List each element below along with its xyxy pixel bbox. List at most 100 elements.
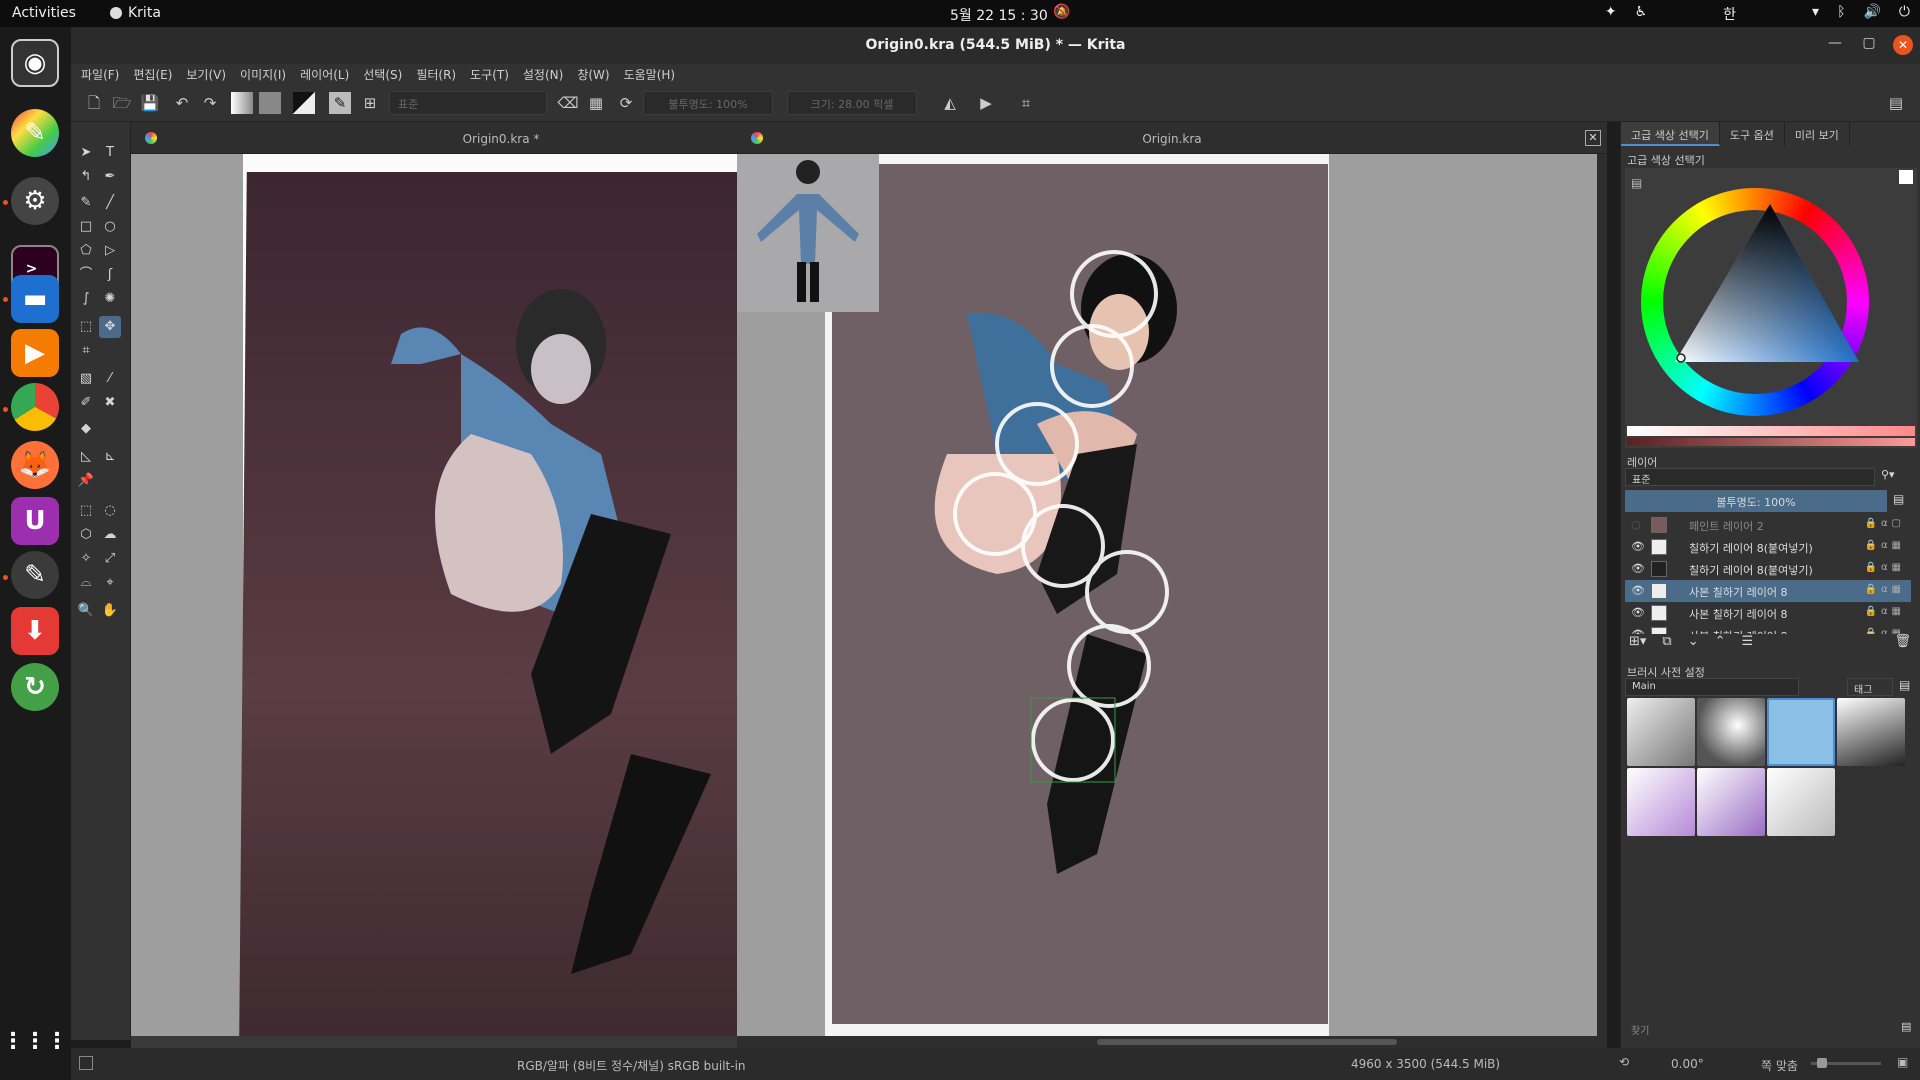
menu-help[interactable]: 도움말(H) bbox=[624, 66, 676, 83]
edit-shapes-tool-icon[interactable]: ↰ bbox=[75, 166, 97, 188]
files-app-icon[interactable]: ▬ bbox=[11, 275, 59, 323]
layer-row-selected[interactable]: 👁 사본 칠하기 레이어 8 🔒α▦ bbox=[1625, 580, 1911, 602]
crop-tool-icon[interactable]: ⌗ bbox=[75, 340, 97, 362]
brush-tag-button[interactable]: 태그 bbox=[1847, 678, 1893, 696]
image-dimensions[interactable]: 4960 x 3500 (544.5 MiB) bbox=[1351, 1057, 1500, 1071]
smart-patch-tool-icon[interactable]: ✖ bbox=[99, 392, 121, 414]
krita-dock-icon[interactable]: ✎ bbox=[11, 551, 59, 599]
layer-opacity-slider[interactable]: 불투명도: 100% bbox=[1625, 490, 1887, 512]
vertical-scrollbar[interactable] bbox=[1597, 154, 1607, 1036]
screenshot-app-icon[interactable]: ◉ bbox=[11, 39, 59, 87]
save-icon[interactable]: 💾 bbox=[139, 92, 161, 114]
zoom-slider-handle[interactable] bbox=[1817, 1058, 1827, 1068]
activities-button[interactable]: Activities bbox=[12, 5, 76, 21]
zoom-slider[interactable] bbox=[1811, 1058, 1881, 1068]
brush-search-input[interactable]: 찾기 bbox=[1625, 1020, 1895, 1038]
docker-toggle-icon[interactable]: ▤ bbox=[1885, 92, 1907, 114]
video-downloader-app-icon[interactable]: ⬇ bbox=[11, 607, 59, 655]
multibrush-tool-icon[interactable]: ✺ bbox=[99, 288, 121, 310]
menu-file[interactable]: 파일(F) bbox=[81, 66, 119, 83]
gradient-tool-icon[interactable]: ▧ bbox=[75, 368, 97, 390]
minimize-button[interactable]: — bbox=[1825, 35, 1845, 55]
zoom-mode[interactable]: 쪽 맞춤 bbox=[1761, 1057, 1798, 1074]
pattern-selector[interactable] bbox=[259, 92, 281, 114]
move-tool-icon[interactable]: ✥ bbox=[99, 316, 121, 338]
layer-lock-alpha-icons[interactable]: 🔒α▦ bbox=[1865, 540, 1906, 551]
new-file-icon[interactable]: 🗋 bbox=[83, 92, 105, 114]
opacity-slider[interactable]: 불투명도: 100% bbox=[643, 91, 773, 115]
menu-image[interactable]: 이미지(I) bbox=[240, 66, 286, 83]
mirror-vertical-icon[interactable]: ▶ bbox=[975, 92, 997, 114]
brush-storage-icon[interactable]: ▤ bbox=[1901, 1020, 1911, 1033]
contiguous-selection-tool-icon[interactable]: ✧ bbox=[75, 548, 97, 570]
brush-view-icon[interactable]: ▤ bbox=[1899, 678, 1910, 692]
brush-group-select[interactable]: Main bbox=[1625, 678, 1799, 696]
layer-lock-alpha-icons[interactable]: 🔒α▢ bbox=[1865, 518, 1906, 529]
selection-mode-icon[interactable] bbox=[79, 1056, 93, 1070]
polyline-tool-icon[interactable]: ▷ bbox=[99, 240, 121, 262]
visibility-icon[interactable]: 👁 bbox=[1631, 540, 1645, 553]
accessibility-icon[interactable]: ♿ bbox=[1635, 4, 1648, 24]
scrollbar-handle[interactable] bbox=[1097, 1039, 1397, 1045]
polygon-selection-tool-icon[interactable]: ⬡ bbox=[75, 524, 97, 546]
menu-edit[interactable]: 편집(E) bbox=[133, 66, 172, 83]
undo-icon[interactable]: ↶ bbox=[171, 92, 193, 114]
move-layer-up-icon[interactable]: ⌃ bbox=[1715, 634, 1726, 654]
watercolor-preset-2[interactable] bbox=[1697, 768, 1765, 836]
transform-tool-icon[interactable]: ⬚ bbox=[75, 316, 97, 338]
blender-preset[interactable] bbox=[1767, 768, 1835, 836]
visibility-icon[interactable]: 👁 bbox=[1631, 606, 1645, 619]
watercolor-preset-1[interactable] bbox=[1627, 768, 1695, 836]
menu-layer[interactable]: 레이어(L) bbox=[300, 66, 349, 83]
eraser-mode-icon[interactable]: ⌫ bbox=[557, 92, 579, 114]
show-apps-icon[interactable]: ⋮⋮⋮ bbox=[2, 1017, 68, 1065]
ellipse-tool-icon[interactable]: ○ bbox=[99, 216, 121, 238]
mirror-horizontal-icon[interactable]: ◭ bbox=[939, 92, 961, 114]
layer-lock-alpha-icons[interactable]: 🔒α▦ bbox=[1865, 606, 1906, 617]
airbrush-preset[interactable] bbox=[1697, 698, 1765, 766]
colorize-mask-tool-icon[interactable]: ✐ bbox=[75, 392, 97, 414]
input-method-indicator[interactable]: 한 bbox=[1723, 4, 1736, 24]
close-window-button[interactable]: ✕ bbox=[1893, 35, 1913, 55]
workspace-icon[interactable]: ⊞ bbox=[359, 92, 381, 114]
preserve-alpha-icon[interactable]: ▦ bbox=[585, 92, 607, 114]
menu-view[interactable]: 보기(V) bbox=[186, 66, 226, 83]
clock[interactable]: 5월 22 15 : 30 bbox=[950, 5, 1048, 25]
fg-bg-color-icon[interactable] bbox=[293, 92, 315, 114]
freehand-path-tool-icon[interactable]: ʃ bbox=[99, 264, 121, 286]
media-player-app-icon[interactable]: ▶ bbox=[11, 329, 59, 377]
delete-layer-icon[interactable]: 🗑 bbox=[1894, 634, 1911, 654]
maximize-button[interactable]: ▢ bbox=[1859, 35, 1879, 55]
brush-preset-icon[interactable]: ✎ bbox=[329, 92, 351, 114]
layer-properties-button-icon[interactable]: ☰ bbox=[1742, 634, 1754, 654]
layer-properties-icon[interactable]: ▤ bbox=[1893, 492, 1904, 506]
menu-window[interactable]: 창(W) bbox=[577, 66, 609, 83]
reload-preset-icon[interactable]: ⟳ bbox=[615, 92, 637, 114]
firefox-app-icon[interactable]: 🦊 bbox=[11, 441, 59, 489]
right-view-tab[interactable]: Origin.kra bbox=[737, 132, 1607, 146]
gradient-selector[interactable] bbox=[231, 92, 253, 114]
visibility-icon[interactable]: 👁 bbox=[1631, 584, 1645, 597]
elliptical-selection-tool-icon[interactable]: ◌ bbox=[99, 500, 121, 522]
layer-filter-icon[interactable]: ⚲▾ bbox=[1881, 468, 1895, 481]
color-picker-app-icon[interactable]: ✎ bbox=[11, 109, 59, 157]
fullscreen-icon[interactable]: ▣ bbox=[1897, 1055, 1908, 1069]
menu-filter[interactable]: 필터(R) bbox=[416, 66, 456, 83]
menu-tools[interactable]: 도구(T) bbox=[470, 66, 509, 83]
measure-tool-icon[interactable]: ⊾ bbox=[99, 446, 121, 468]
layer-row[interactable]: 👁 칠하기 레이어 8(붙여넣기) 🔒α▦ bbox=[1625, 558, 1911, 580]
move-layer-down-icon[interactable]: ⌄ bbox=[1688, 634, 1699, 654]
system-tray[interactable]: ✦ ♿ 한 ▾ ᛒ 🔊 ⏻ bbox=[1605, 4, 1910, 24]
rectangle-tool-icon[interactable]: □ bbox=[75, 216, 97, 238]
layer-row[interactable]: 👁 사본 칠하기 레이어 8 🔒α▦ bbox=[1625, 602, 1911, 624]
rotate-icon[interactable]: ⟲ bbox=[1619, 1055, 1629, 1069]
eraser-preset[interactable] bbox=[1627, 698, 1695, 766]
color-picker-tray-icon[interactable]: ✦ bbox=[1605, 4, 1617, 24]
app-menu[interactable]: Krita bbox=[110, 5, 161, 21]
magnetic-selection-tool-icon[interactable]: ⌖ bbox=[99, 572, 121, 594]
visibility-icon-hidden[interactable]: ○ bbox=[1631, 518, 1641, 531]
rectangular-selection-tool-icon[interactable]: ⬚ bbox=[75, 500, 97, 522]
duplicate-layer-icon[interactable]: ⧉ bbox=[1662, 634, 1671, 654]
zoom-tool-icon[interactable]: 🔍 bbox=[75, 600, 97, 622]
blend-mode-select[interactable]: 표준 bbox=[389, 91, 547, 115]
